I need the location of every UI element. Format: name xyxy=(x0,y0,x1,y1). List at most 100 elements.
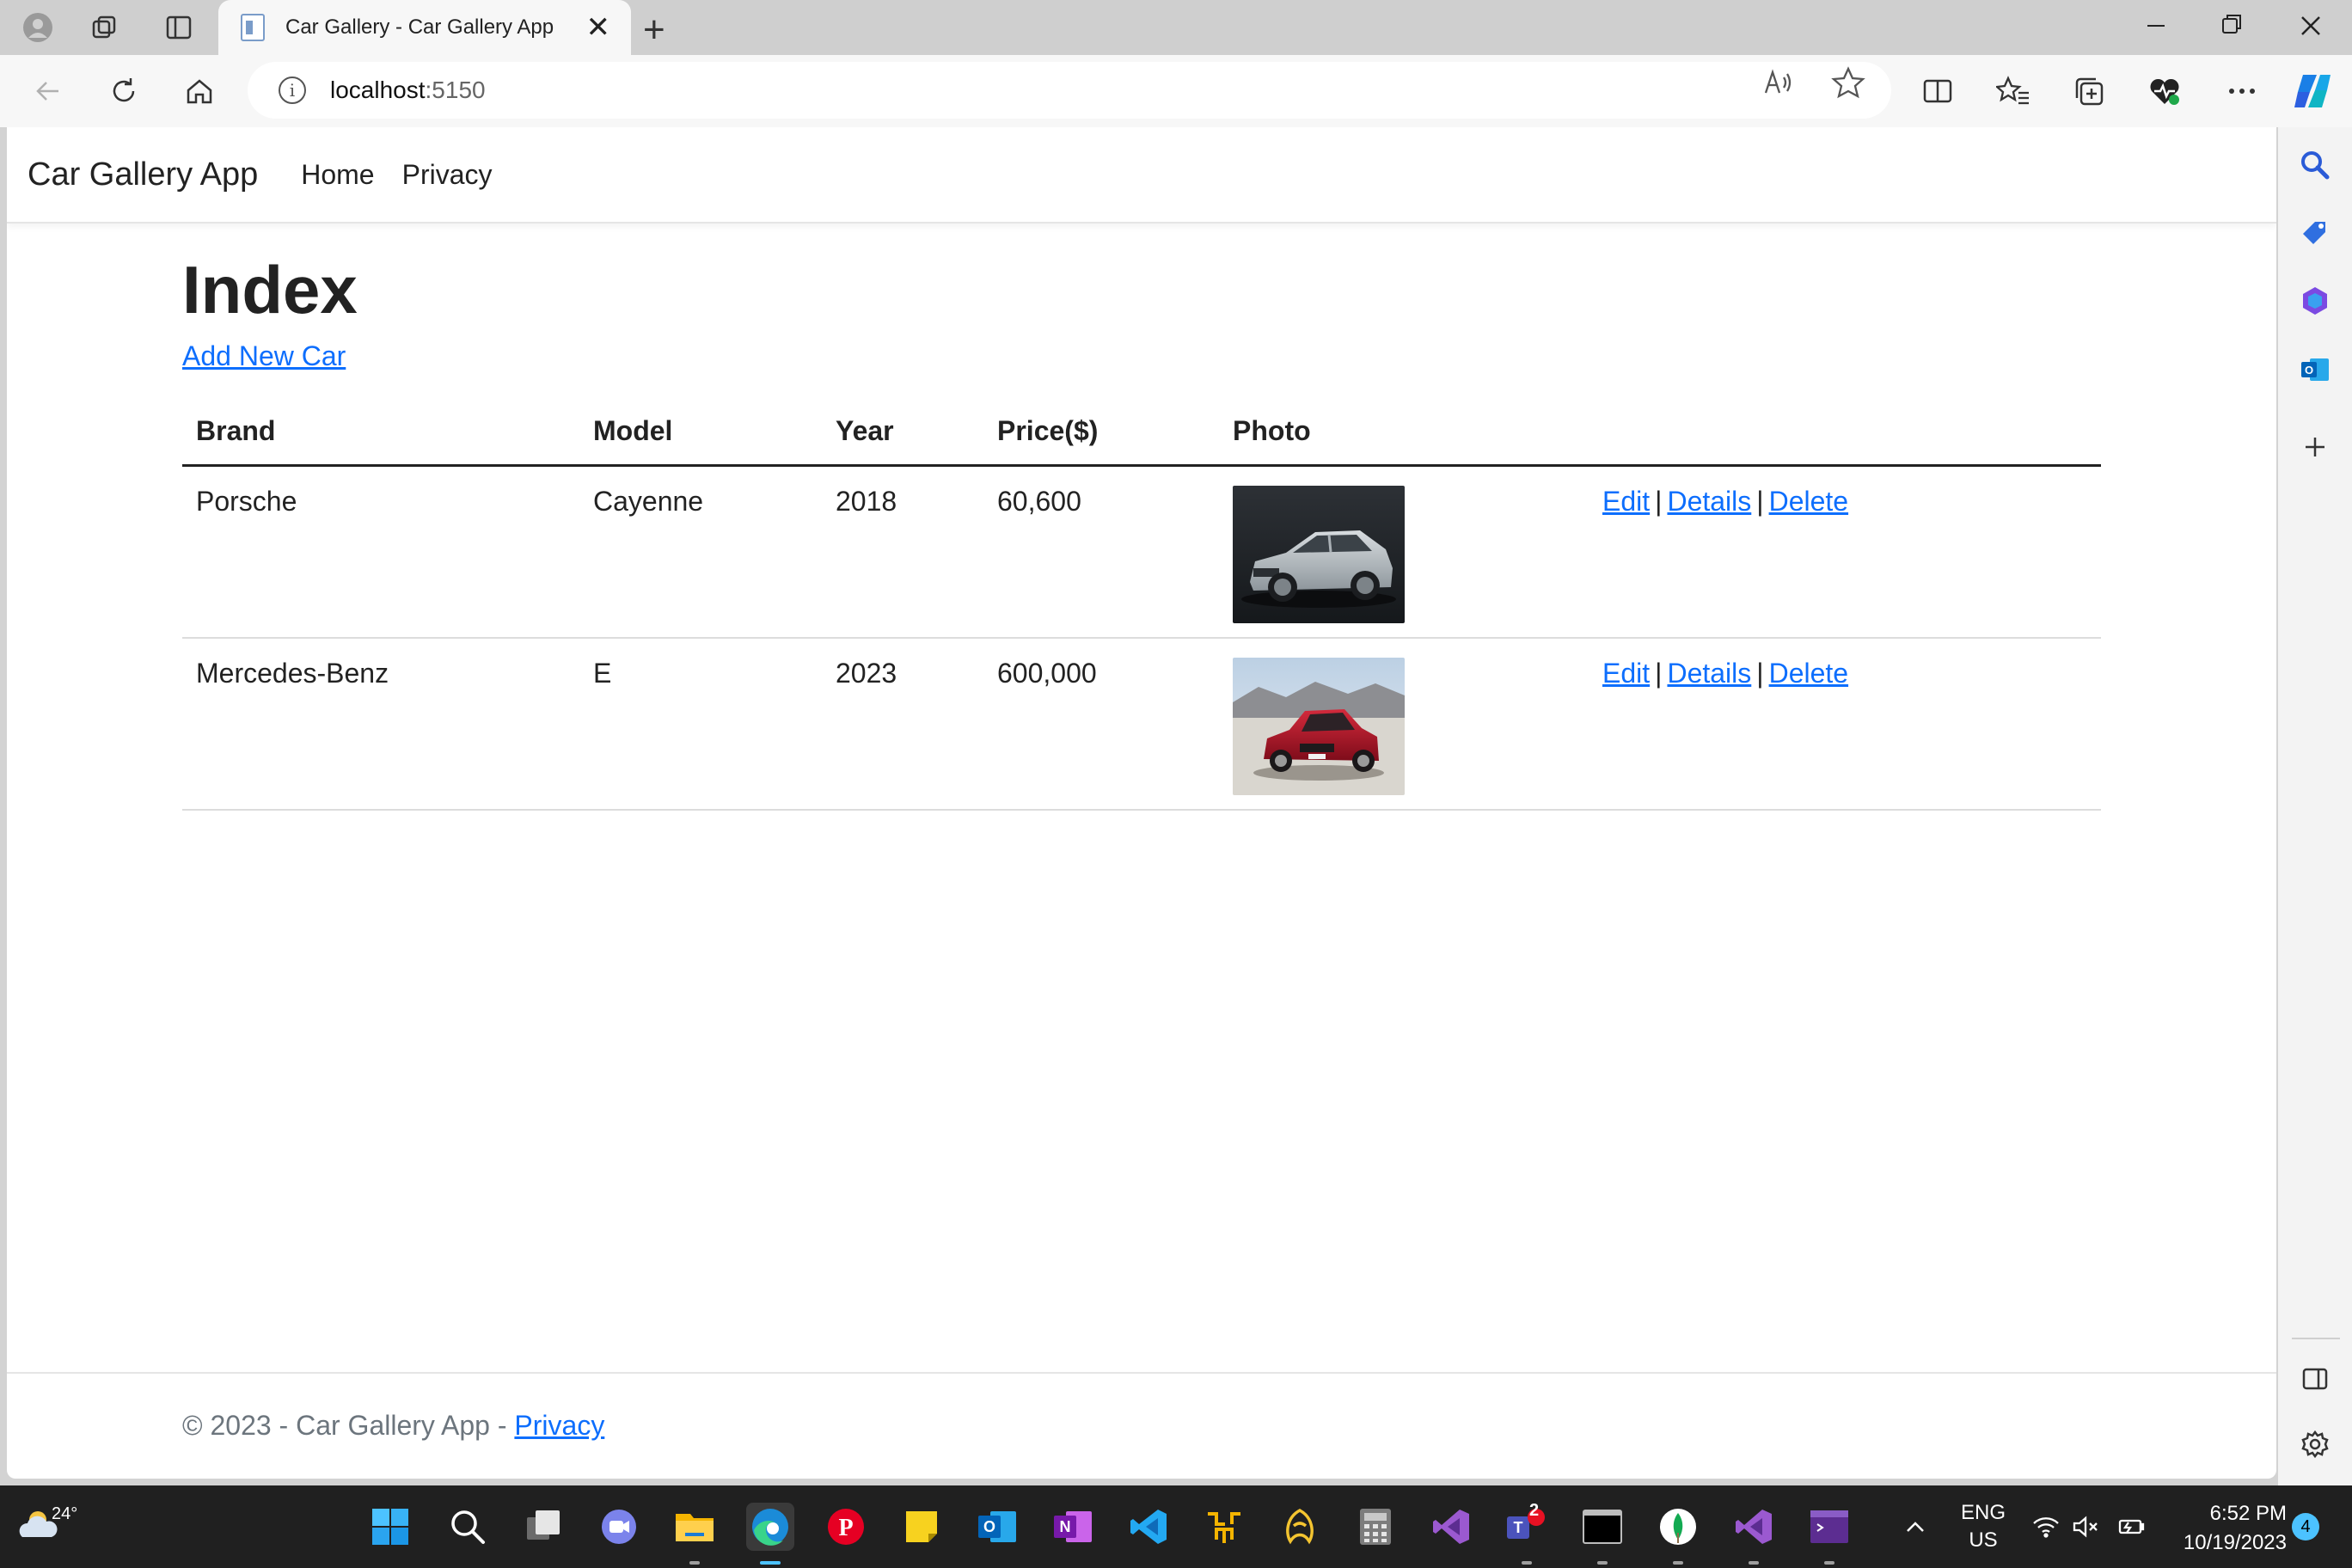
header-actions xyxy=(1589,415,2101,467)
refresh-icon[interactable] xyxy=(103,70,144,112)
car-photo-porsche xyxy=(1233,486,1405,623)
sidebar-add-icon[interactable] xyxy=(2296,428,2334,466)
table-row: Mercedes-Benz E 2023 600,000 Edit | Deta… xyxy=(182,638,2101,811)
vscode-icon[interactable] xyxy=(1124,1503,1173,1551)
system-clock[interactable]: 6:52 PM 10/19/2023 xyxy=(2166,1499,2287,1558)
header-model: Model xyxy=(579,415,822,467)
terminal-icon[interactable] xyxy=(1578,1503,1626,1565)
tab-car-gallery[interactable]: Car Gallery - Car Gallery App ✕ xyxy=(218,0,631,55)
weather-temperature: 24° xyxy=(52,1504,78,1523)
linqpad-icon[interactable] xyxy=(1276,1503,1324,1551)
show-hidden-icons-chevron-icon[interactable] xyxy=(1898,1485,1932,1568)
file-explorer-icon[interactable] xyxy=(671,1503,719,1565)
pinterest-icon[interactable]: P xyxy=(822,1503,870,1551)
nav-home-link[interactable]: Home xyxy=(301,159,374,191)
back-icon[interactable] xyxy=(28,70,69,112)
nav-privacy-link[interactable]: Privacy xyxy=(402,159,493,191)
tab-title: Car Gallery - Car Gallery App xyxy=(285,15,554,39)
address-bar[interactable]: i localhost:5150 xyxy=(248,62,1891,119)
mongodb-compass-icon[interactable] xyxy=(1654,1503,1702,1565)
home-icon[interactable] xyxy=(179,70,220,112)
header-brand: Brand xyxy=(182,415,579,467)
read-aloud-icon[interactable] xyxy=(1761,65,1795,107)
svg-text:P: P xyxy=(838,1515,853,1541)
navbar-brand[interactable]: Car Gallery App xyxy=(28,156,258,193)
cell-brand: Mercedes-Benz xyxy=(182,638,579,811)
teams-badge: 2 xyxy=(1529,1501,1540,1520)
split-screen-icon[interactable] xyxy=(1914,67,1962,115)
sidebar-settings-gear-icon[interactable] xyxy=(2296,1425,2334,1463)
battery-charging-icon[interactable] xyxy=(2113,1485,2147,1568)
details-link[interactable]: Details xyxy=(1667,658,1751,689)
svg-text:N: N xyxy=(1060,1518,1071,1535)
sidebar-outlook-icon[interactable]: O xyxy=(2296,351,2334,389)
teams-chat-icon[interactable] xyxy=(595,1503,643,1551)
url-port: :5150 xyxy=(425,77,486,103)
language-code: ENG xyxy=(1960,1501,2006,1524)
page-footer: © 2023 - Car Gallery App - Privacy xyxy=(7,1372,2276,1479)
copilot-icon[interactable] xyxy=(2288,67,2337,115)
sticky-notes-icon[interactable] xyxy=(897,1503,946,1551)
more-options-icon[interactable] xyxy=(2218,67,2266,115)
running-indicator xyxy=(689,1561,700,1565)
new-tab-button[interactable]: + xyxy=(643,9,665,52)
sidebar-panel-toggle-icon[interactable] xyxy=(2296,1360,2334,1398)
cell-photo xyxy=(1219,638,1589,811)
wifi-icon[interactable] xyxy=(2030,1485,2061,1568)
vertical-tabs-icon[interactable] xyxy=(162,10,196,45)
clock-date: 10/19/2023 xyxy=(2183,1531,2287,1554)
workspaces-icon[interactable] xyxy=(88,10,122,45)
delete-link[interactable]: Delete xyxy=(1769,658,1849,689)
outlook-icon[interactable]: O xyxy=(973,1503,1021,1551)
favorites-icon[interactable] xyxy=(1989,67,2037,115)
table-header-row: Brand Model Year Price($) Photo xyxy=(182,415,2101,467)
page-viewport: Car Gallery App Home Privacy Index Add N… xyxy=(7,127,2276,1479)
visual-studio-2-icon[interactable] xyxy=(1730,1503,1778,1565)
minimize-icon[interactable] xyxy=(2144,7,2168,49)
clock-time: 6:52 PM xyxy=(2209,1502,2287,1525)
cell-brand: Porsche xyxy=(182,465,579,639)
cell-actions: Edit | Details | Delete xyxy=(1589,465,2101,639)
cell-year: 2018 xyxy=(822,465,983,639)
details-link[interactable]: Details xyxy=(1667,486,1751,517)
page-favicon-icon xyxy=(241,14,265,41)
table-row: Porsche Cayenne 2018 60,600 Edit | Detai… xyxy=(182,465,2101,639)
windows-taskbar: 24° P O N T 2 ENG US 6:52 PM 10/19/2023 … xyxy=(0,1485,2352,1568)
action-separator: | xyxy=(1756,486,1764,517)
add-new-car-link[interactable]: Add New Car xyxy=(182,340,346,372)
tab-close-icon[interactable]: ✕ xyxy=(586,10,611,45)
start-windows-icon[interactable] xyxy=(366,1503,414,1551)
sidebar-office-icon[interactable] xyxy=(2296,282,2334,320)
dev-console-icon[interactable] xyxy=(1805,1503,1853,1565)
volume-muted-icon[interactable] xyxy=(2070,1485,2101,1568)
sidebar-shopping-icon[interactable] xyxy=(2296,213,2334,251)
notification-count-badge[interactable]: 4 xyxy=(2292,1513,2319,1540)
close-window-icon[interactable] xyxy=(2299,7,2323,49)
language-indicator[interactable]: ENG US xyxy=(1951,1485,2015,1568)
browser-essentials-icon[interactable] xyxy=(2141,67,2189,115)
taskbar-search-icon[interactable] xyxy=(444,1503,492,1551)
delete-link[interactable]: Delete xyxy=(1769,486,1849,517)
visual-studio-icon[interactable] xyxy=(1427,1503,1475,1551)
edge-browser-icon[interactable] xyxy=(746,1503,794,1565)
edit-link[interactable]: Edit xyxy=(1602,486,1650,517)
git-merge-tool-icon[interactable] xyxy=(1200,1503,1248,1551)
weather-widget[interactable]: 24° xyxy=(14,1498,77,1549)
svg-text:O: O xyxy=(983,1518,995,1535)
favorite-star-icon[interactable] xyxy=(1831,65,1865,107)
profile-icon[interactable] xyxy=(21,10,55,45)
collections-icon[interactable] xyxy=(2065,67,2113,115)
browser-toolbar: i localhost:5150 xyxy=(0,55,2352,127)
sidebar-search-icon[interactable] xyxy=(2296,146,2334,184)
onenote-icon[interactable]: N xyxy=(1049,1503,1097,1551)
restore-icon[interactable] xyxy=(2220,7,2244,49)
teams-icon[interactable]: T 2 xyxy=(1503,1501,1551,1565)
edit-link[interactable]: Edit xyxy=(1602,658,1650,689)
running-indicator xyxy=(1824,1561,1834,1565)
site-info-icon[interactable]: i xyxy=(279,77,306,104)
task-view-icon[interactable] xyxy=(519,1503,567,1551)
calculator-icon[interactable] xyxy=(1351,1503,1400,1551)
app-navbar: Car Gallery App Home Privacy xyxy=(7,127,2276,224)
footer-privacy-link[interactable]: Privacy xyxy=(514,1410,604,1441)
action-separator: | xyxy=(1655,658,1663,689)
